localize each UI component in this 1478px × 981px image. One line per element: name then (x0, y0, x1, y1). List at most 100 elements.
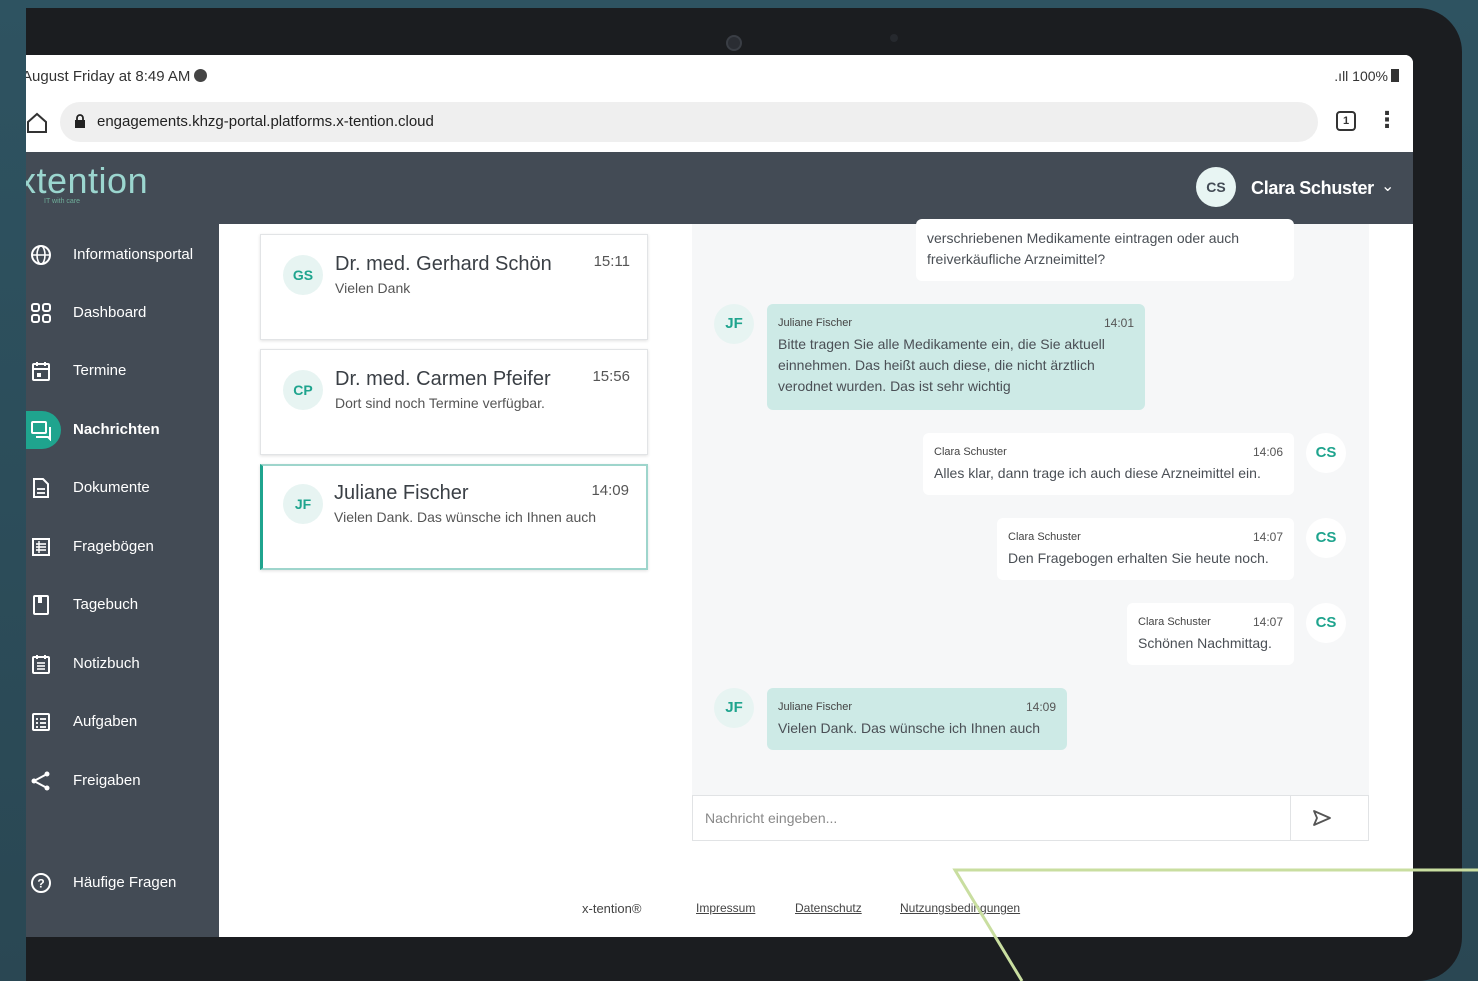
message-bubble: Juliane Fischer 14:01 Bitte tragen Sie a… (767, 304, 1145, 410)
browser-menu-icon[interactable]: ⋮ (1376, 109, 1398, 132)
sidebar: Informationsportal Dashboard Termine Nac… (26, 224, 219, 937)
conversation-preview: Vielen Dank. Das wünsche ich Ihnen auch (334, 509, 597, 525)
chevron-down-icon[interactable]: ⌄ (1381, 176, 1394, 196)
message-sender: Clara Schuster (1008, 531, 1081, 543)
sidebar-item-label: Tagebuch (73, 596, 139, 613)
book-icon (33, 595, 49, 615)
sidebar-item-notizbuch[interactable]: Notizbuch (26, 644, 219, 684)
share-icon (31, 771, 50, 791)
sidebar-item-dashboard[interactable]: Dashboard (26, 293, 219, 333)
message-time: 14:06 (1252, 445, 1283, 459)
globe-icon (31, 245, 51, 265)
sidebar-item-label: Dokumente (73, 479, 150, 496)
lock-icon (75, 114, 85, 128)
footer-brand: x-tention® (582, 901, 642, 916)
message-time: 14:01 (1103, 316, 1134, 330)
avatar: CP (283, 370, 323, 410)
footer-link-impressum[interactable]: Impressum (696, 901, 755, 915)
main-content: GS Dr. med. Gerhard Schön 15:11 Vielen D… (219, 219, 1413, 937)
avatar: JF (714, 304, 754, 344)
conversation-item[interactable]: GS Dr. med. Gerhard Schön 15:11 Vielen D… (260, 234, 648, 340)
grid-icon (31, 303, 51, 323)
message-bubble: Clara Schuster 14:06 Alles klar, dann tr… (923, 433, 1294, 495)
tasks-icon (32, 713, 50, 731)
sidebar-item-termine[interactable]: Termine (26, 351, 219, 391)
sidebar-item-informationsportal[interactable]: Informationsportal (26, 235, 219, 275)
avatar: CS (1306, 603, 1346, 643)
message-time: 14:07 (1252, 530, 1283, 544)
sidebar-item-fragebogen[interactable]: Fragebögen (26, 527, 219, 567)
conversation-item[interactable]: CP Dr. med. Carmen Pfeifer 15:56 Dort si… (260, 349, 648, 455)
message-text: Bitte tragen Sie alle Medikamente ein, d… (778, 336, 1105, 394)
message-bubble: Juliane Fischer 14:09 Vielen Dank. Das w… (767, 688, 1067, 750)
screen: August Friday at 8:49 AM .ıll 100% engag… (26, 55, 1413, 937)
status-time-text: August Friday at 8:49 AM (26, 68, 191, 85)
document-icon (33, 478, 49, 498)
status-time: August Friday at 8:49 AM (26, 68, 208, 85)
svg-text:?: ? (37, 877, 44, 891)
avatar: JF (714, 688, 754, 728)
message-time: 14:07 (1252, 615, 1283, 629)
sidebar-item-label: Dashboard (73, 304, 147, 321)
message-bubble: Clara Schuster 14:07 Schönen Nachmittag. (1127, 603, 1294, 665)
tabs-icon[interactable]: 1 (1336, 111, 1356, 131)
list-icon (32, 538, 50, 556)
conversation-preview: Dort sind noch Termine verfügbar. (335, 395, 545, 411)
message-bubble: Clara Schuster 14:07 Den Fragebogen erha… (997, 518, 1294, 580)
sidebar-item-label: Termine (73, 362, 127, 379)
user-name[interactable]: Clara Schuster (1251, 178, 1374, 199)
sidebar-item-label: Notizbuch (73, 655, 140, 672)
message-sender: Clara Schuster (934, 446, 1007, 458)
footer-link-nutzungsbedingungen[interactable]: Nutzungsbedingungen (900, 901, 1020, 915)
message-text: verschriebenen Medikamente eintragen ode… (927, 230, 1240, 267)
message-text: Alles klar, dann trage ich auch diese Ar… (934, 465, 1261, 481)
message-sender: Juliane Fischer (778, 701, 852, 713)
logo-tagline: IT with care (44, 198, 81, 205)
sidebar-item-tagebuch[interactable]: Tagebuch (26, 585, 219, 625)
battery-text: .ıll 100% (1334, 68, 1388, 84)
message-text: Schönen Nachmittag. (1138, 635, 1272, 651)
sidebar-item-label: Häufige Fragen (73, 874, 177, 891)
conversation-preview: Vielen Dank (335, 280, 411, 296)
conversation-time: 15:11 (593, 253, 630, 270)
logo[interactable]: xtention (26, 160, 148, 202)
sidebar-item-aufgaben[interactable]: Aufgaben (26, 702, 219, 742)
address-bar[interactable]: engagements.khzg-portal.platforms.x-tent… (60, 102, 1318, 142)
sidebar-item-haufige-fragen[interactable]: ? Häufige Fragen (26, 863, 219, 903)
avatar: CS (1306, 518, 1346, 558)
conversation-name: Dr. med. Carmen Pfeifer (335, 368, 551, 390)
home-icon[interactable] (26, 112, 48, 134)
camera-icon (726, 35, 742, 51)
browser-toolbar: engagements.khzg-portal.platforms.x-tent… (26, 100, 1413, 152)
send-icon[interactable] (1311, 808, 1333, 828)
calendar-icon (32, 362, 50, 381)
message-sender: Juliane Fischer (778, 317, 852, 329)
sensor-icon (890, 34, 898, 42)
help-icon: ? (31, 873, 51, 893)
sidebar-item-nachrichten[interactable]: Nachrichten (26, 410, 219, 450)
sidebar-item-freigaben[interactable]: Freigaben (26, 761, 219, 801)
avatar: GS (283, 255, 323, 295)
chat-icon (31, 421, 51, 441)
sidebar-item-label: Freigaben (73, 772, 141, 789)
sidebar-item-dokumente[interactable]: Dokumente (26, 468, 219, 508)
user-avatar[interactable]: CS (1196, 167, 1236, 207)
url-text[interactable]: engagements.khzg-portal.platforms.x-tent… (97, 113, 434, 130)
conversation-time: 14:09 (591, 482, 629, 499)
message-text: Den Fragebogen erhalten Sie heute noch. (1008, 550, 1269, 566)
sidebar-item-label: Aufgaben (73, 713, 138, 730)
sidebar-item-label: Nachrichten (73, 421, 160, 438)
chat-panel: verschriebenen Medikamente eintragen ode… (692, 219, 1369, 839)
status-right: .ıll 100% (1334, 68, 1399, 84)
conversation-name: Juliane Fischer (334, 482, 469, 504)
message-text: Vielen Dank. Das wünsche ich Ihnen auch (778, 720, 1041, 736)
conversation-item-selected[interactable]: JF Juliane Fischer 14:09 Vielen Dank. Da… (260, 464, 648, 570)
footer-link-datenschutz[interactable]: Datenschutz (795, 901, 862, 915)
battery-icon (1391, 69, 1399, 82)
message-bubble: verschriebenen Medikamente eintragen ode… (916, 219, 1294, 281)
message-time: 14:09 (1025, 700, 1056, 714)
message-input[interactable] (693, 796, 1290, 840)
sidebar-item-label: Fragebögen (73, 538, 154, 555)
sidebar-item-label: Informationsportal (73, 246, 194, 263)
conversation-name: Dr. med. Gerhard Schön (335, 253, 552, 275)
